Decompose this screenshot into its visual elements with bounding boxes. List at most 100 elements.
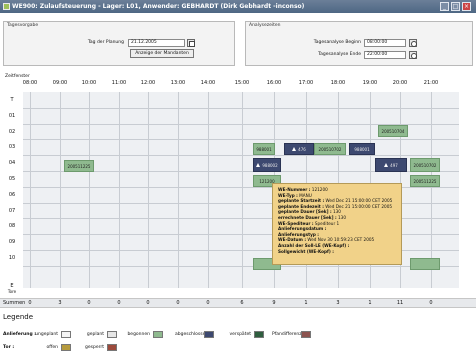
grid-hour-line xyxy=(89,92,90,288)
hour-label: 10:00 xyxy=(81,80,97,86)
we-bar[interactable]: 200511225 xyxy=(410,175,440,187)
legend-swatch xyxy=(61,331,71,338)
summen-value: 1 xyxy=(368,300,372,306)
clock-icon[interactable] xyxy=(409,51,417,59)
legend-swatch xyxy=(254,331,264,338)
tagesvorgabe-panel: Tagesvorgabe Tag der Planung 21.12.2005 … xyxy=(3,21,235,66)
tooltip-key: geplante Dauer [Sek] : xyxy=(278,209,332,215)
we-bar-label: 476 xyxy=(298,146,306,152)
we-bar[interactable]: 200510702 xyxy=(410,158,440,172)
window-titlebar: WE900: Zulaufsteuerung - Lager: L01, Anw… xyxy=(0,0,476,13)
hour-label: 12:00 xyxy=(140,80,156,86)
hour-label: 08:00 xyxy=(22,80,38,86)
row-label-tore: Tore xyxy=(7,289,17,294)
tooltip-value: Wed Dec 21 15:00:00 CET 2005 xyxy=(324,198,393,204)
warning-icon xyxy=(292,147,297,151)
tag-der-planung-input[interactable]: 21.12.2005 xyxy=(128,39,185,47)
clock-icon[interactable] xyxy=(409,39,417,47)
hour-label: 11:00 xyxy=(111,80,127,86)
summen-value: 9 xyxy=(272,300,276,306)
we-bar-label: 988001 xyxy=(256,146,272,152)
summen-value: 0 xyxy=(206,300,210,306)
row-label: 04 xyxy=(8,160,16,167)
legend-text: ungeplant xyxy=(35,332,58,337)
row-label: 09 xyxy=(8,239,16,246)
row-label: 05 xyxy=(8,176,16,182)
tagesanalyse-beginn-input[interactable]: 08:00:00 xyxy=(364,39,406,47)
tag-der-planung-label: Tag der Planung xyxy=(87,40,124,45)
summen-value: 3 xyxy=(58,300,62,306)
we-bar[interactable]: 200510702 xyxy=(314,143,346,155)
zeitfenster-label: Zeitfenster xyxy=(5,74,30,79)
legend-swatch xyxy=(107,331,117,338)
summen-label: Summen xyxy=(3,300,26,306)
we-bar-label: 200510704 xyxy=(381,128,405,134)
we-bar[interactable]: 497 xyxy=(375,158,407,172)
we-bar[interactable] xyxy=(410,258,440,270)
tooltip-line: Sollgewicht (WE-Kopf) : xyxy=(278,249,396,255)
anzeige-der-mandanten-button[interactable]: Anzeige der Mandanten xyxy=(130,49,194,58)
hour-label: 13:00 xyxy=(170,80,186,86)
hour-label: 20:00 xyxy=(392,80,408,86)
we-bar[interactable]: 988002 xyxy=(253,158,281,172)
warning-icon xyxy=(384,163,389,167)
hour-label: 14:00 xyxy=(200,80,216,86)
grid-hour-line xyxy=(242,92,243,288)
legend-text: verspätet xyxy=(229,332,251,337)
we-bar[interactable]: 476 xyxy=(284,143,314,155)
grid-hour-line xyxy=(148,92,149,288)
row-label: 07 xyxy=(8,207,16,214)
legend-text: geplant xyxy=(86,332,104,337)
legend-swatch xyxy=(107,344,117,351)
tooltip-key: Sollgewicht (WE-Kopf) : xyxy=(278,248,334,254)
minimize-button[interactable]: _ xyxy=(440,2,449,11)
tooltip-key: WE-Datum : xyxy=(278,237,306,243)
legend-text: gesperrt xyxy=(85,345,104,350)
we-bar[interactable]: 200510704 xyxy=(378,125,408,137)
we-tooltip: WE-Nummer : 121200 WE-Typ : MANU geplante … xyxy=(272,183,402,265)
summen-value: 0 xyxy=(117,300,121,306)
maximize-button[interactable]: □ xyxy=(451,2,460,11)
we-bar[interactable]: 988001 xyxy=(349,143,375,155)
summen-value: 0 xyxy=(87,300,91,306)
grid-hour-line xyxy=(30,92,31,288)
legend-text: begonnen xyxy=(127,332,150,337)
tooltip-key: geplante Endezeit : xyxy=(278,203,324,209)
tooltip-key: WE-Spediteur : xyxy=(278,220,314,226)
tagesanalyse-ende-input[interactable]: 22:00:00 xyxy=(364,51,406,59)
hour-label: 09:00 xyxy=(52,80,68,86)
we-bar-label: 200511225 xyxy=(413,178,437,184)
tooltip-key: WE-Typ : xyxy=(278,192,298,198)
app-icon xyxy=(3,3,10,10)
grid-hour-line xyxy=(178,92,179,288)
we-bar[interactable]: 200511225 xyxy=(64,160,94,172)
we-bar-label: 497 xyxy=(390,162,398,168)
calendar-icon[interactable] xyxy=(187,39,195,47)
tooltip-value: 121200 xyxy=(310,187,328,192)
tooltip-key: Anlieferungsdatum : xyxy=(278,226,327,232)
summen-value: 11 xyxy=(396,300,404,306)
row-label: T xyxy=(10,97,14,103)
summen-value: 0 xyxy=(176,300,180,306)
legend-swatch xyxy=(153,331,163,338)
legend-text: Pfandifferenz xyxy=(272,332,302,337)
tooltip-value: 130 xyxy=(336,214,346,220)
hour-label: 16:00 xyxy=(266,80,282,86)
we-bar[interactable]: 988001 xyxy=(253,143,275,155)
grid-hour-line xyxy=(60,92,61,288)
row-label: 08 xyxy=(8,223,16,230)
grid-hour-line xyxy=(208,92,209,288)
tooltip-value: MANU xyxy=(297,192,312,198)
analysezeiten-title: Analysezeiten xyxy=(249,23,281,28)
summen-value: 1 xyxy=(304,300,308,306)
tooltip-value: Spediteur 1 xyxy=(313,220,340,226)
legende-title: Legende xyxy=(3,313,34,321)
tagesvorgabe-title: Tagesvorgabe xyxy=(7,23,39,28)
summen-value: 3 xyxy=(336,300,340,306)
warning-icon xyxy=(256,163,261,167)
close-button[interactable]: × xyxy=(462,2,471,11)
row-label: 10 xyxy=(8,255,16,261)
row-label: 06 xyxy=(8,191,16,198)
analysezeiten-panel: Analysezeiten Tagesanalyse Beginn 08:00:… xyxy=(245,21,473,66)
tagesanalyse-ende-label: Tagesanalyse Ende xyxy=(318,52,361,57)
